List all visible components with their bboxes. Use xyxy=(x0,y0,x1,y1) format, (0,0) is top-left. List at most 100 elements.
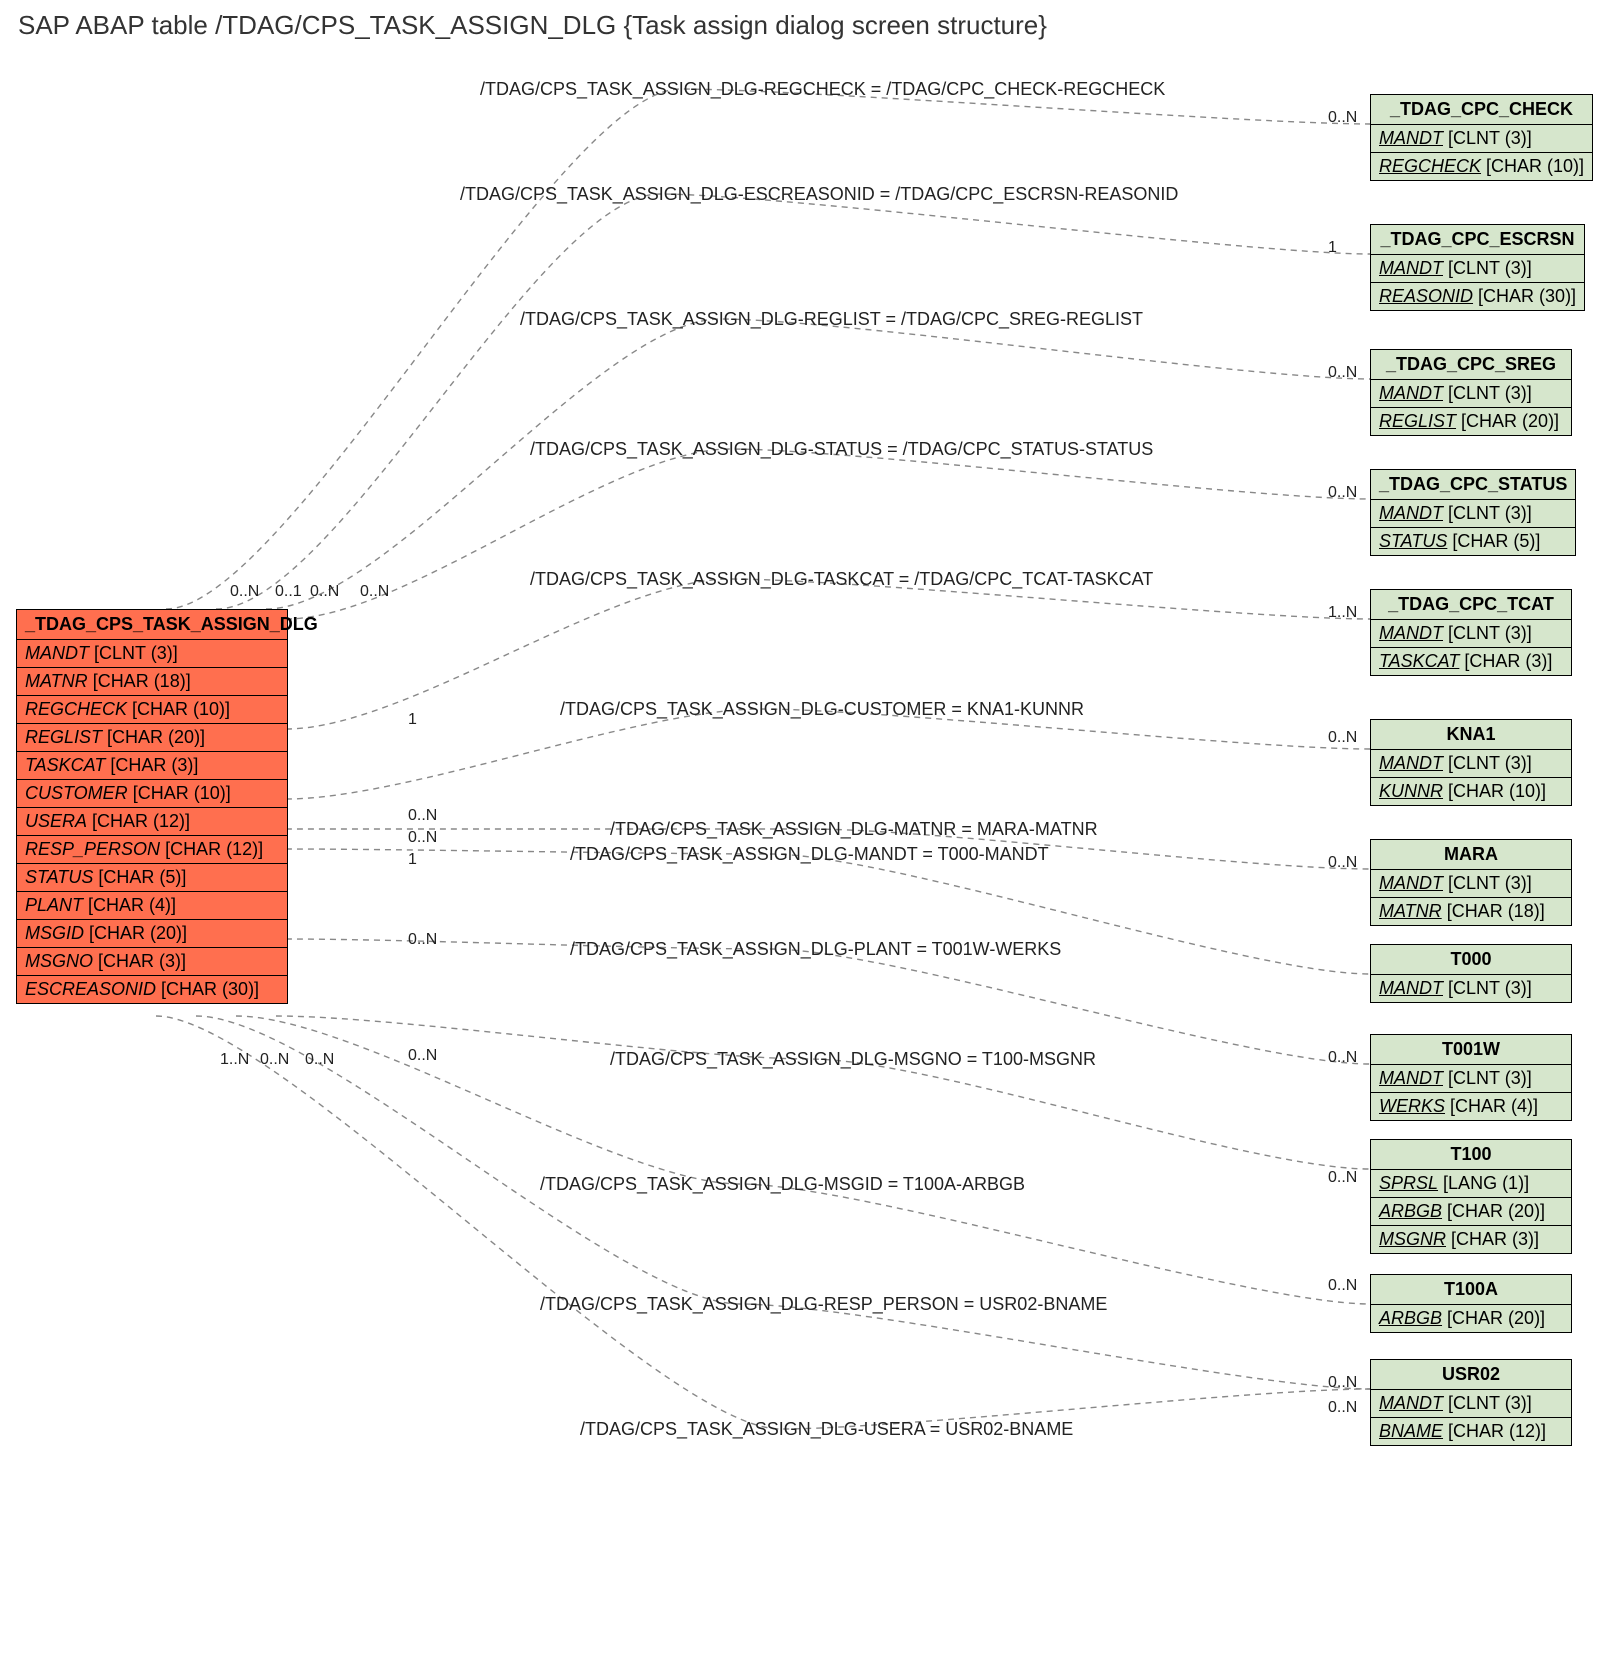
entity-main-row: STATUS [CHAR (5)] xyxy=(17,864,287,892)
cardinality-label: 0..N xyxy=(305,1051,334,1069)
cardinality-label: 0..N xyxy=(360,583,389,601)
relation-label: /TDAG/CPS_TASK_ASSIGN_DLG-MSGID = T100A-… xyxy=(540,1174,1025,1195)
cardinality-label-right: 0..N xyxy=(1328,109,1357,127)
entity-main: _TDAG_CPS_TASK_ASSIGN_DLG MANDT [CLNT (3… xyxy=(16,609,288,1004)
entity-main-row: TASKCAT [CHAR (3)] xyxy=(17,752,287,780)
entity-header: MARA xyxy=(1371,840,1571,870)
entity-row: MANDT [CLNT (3)] xyxy=(1371,750,1571,778)
cardinality-label-right: 0..N xyxy=(1328,1374,1357,1392)
entity-row: MANDT [CLNT (3)] xyxy=(1371,380,1571,408)
entity-header: KNA1 xyxy=(1371,720,1571,750)
entity-row: MANDT [CLNT (3)] xyxy=(1371,870,1571,898)
entity-T001W: T001WMANDT [CLNT (3)]WERKS [CHAR (4)] xyxy=(1370,1034,1572,1121)
cardinality-label: 0..N xyxy=(408,807,437,825)
entity-T100: T100SPRSL [LANG (1)]ARBGB [CHAR (20)]MSG… xyxy=(1370,1139,1572,1254)
cardinality-label-right: 0..N xyxy=(1328,1277,1357,1295)
entity-row: MANDT [CLNT (3)] xyxy=(1371,125,1592,153)
entity-row: REASONID [CHAR (30)] xyxy=(1371,283,1584,310)
entity-row: STATUS [CHAR (5)] xyxy=(1371,528,1575,555)
entity-header: _TDAG_CPC_ESCRSN xyxy=(1371,225,1584,255)
relation-label: /TDAG/CPS_TASK_ASSIGN_DLG-MANDT = T000-M… xyxy=(570,844,1049,865)
entity-header: T100A xyxy=(1371,1275,1571,1305)
entity-row: MATNR [CHAR (18)] xyxy=(1371,898,1571,925)
entity-main-row: MSGID [CHAR (20)] xyxy=(17,920,287,948)
entity-_TDAG_CPC_TCAT: _TDAG_CPC_TCATMANDT [CLNT (3)]TASKCAT [C… xyxy=(1370,589,1572,676)
cardinality-label: 0..N xyxy=(408,829,437,847)
cardinality-label-right: 0..N xyxy=(1328,1049,1357,1067)
entity-row: MANDT [CLNT (3)] xyxy=(1371,255,1584,283)
cardinality-label-right: 1..N xyxy=(1328,604,1357,622)
entity-row: MANDT [CLNT (3)] xyxy=(1371,1390,1571,1418)
entity-header: T100 xyxy=(1371,1140,1571,1170)
entity-_TDAG_CPC_STATUS: _TDAG_CPC_STATUSMANDT [CLNT (3)]STATUS [… xyxy=(1370,469,1576,556)
relation-label: /TDAG/CPS_TASK_ASSIGN_DLG-PLANT = T001W-… xyxy=(570,939,1061,960)
entity-main-row: CUSTOMER [CHAR (10)] xyxy=(17,780,287,808)
entity-header: _TDAG_CPC_SREG xyxy=(1371,350,1571,380)
entity-header: _TDAG_CPC_TCAT xyxy=(1371,590,1571,620)
entity-row: MANDT [CLNT (3)] xyxy=(1371,620,1571,648)
entity-main-row: ESCREASONID [CHAR (30)] xyxy=(17,976,287,1003)
cardinality-label: 0..N xyxy=(310,583,339,601)
entity-header: USR02 xyxy=(1371,1360,1571,1390)
cardinality-label: 0..N xyxy=(260,1051,289,1069)
entity-header: T001W xyxy=(1371,1035,1571,1065)
relation-label: /TDAG/CPS_TASK_ASSIGN_DLG-RESP_PERSON = … xyxy=(540,1294,1107,1315)
entity-header: _TDAG_CPC_CHECK xyxy=(1371,95,1592,125)
entity-T100A: T100AARBGB [CHAR (20)] xyxy=(1370,1274,1572,1333)
entity-main-header: _TDAG_CPS_TASK_ASSIGN_DLG xyxy=(17,610,287,640)
entity-row: MANDT [CLNT (3)] xyxy=(1371,500,1575,528)
entity-row: ARBGB [CHAR (20)] xyxy=(1371,1305,1571,1332)
entity-row: REGCHECK [CHAR (10)] xyxy=(1371,153,1592,180)
relation-label: /TDAG/CPS_TASK_ASSIGN_DLG-MSGNO = T100-M… xyxy=(610,1049,1096,1070)
entity-header: _TDAG_CPC_STATUS xyxy=(1371,470,1575,500)
entity-main-row: RESP_PERSON [CHAR (12)] xyxy=(17,836,287,864)
cardinality-label-right: 0..N xyxy=(1328,484,1357,502)
entity-_TDAG_CPC_SREG: _TDAG_CPC_SREGMANDT [CLNT (3)]REGLIST [C… xyxy=(1370,349,1572,436)
cardinality-label: 0..N xyxy=(408,1047,437,1065)
relation-label: /TDAG/CPS_TASK_ASSIGN_DLG-USERA = USR02-… xyxy=(580,1419,1073,1440)
entity-row: KUNNR [CHAR (10)] xyxy=(1371,778,1571,805)
cardinality-label: 1 xyxy=(408,711,417,729)
entity-main-row: PLANT [CHAR (4)] xyxy=(17,892,287,920)
relation-label: /TDAG/CPS_TASK_ASSIGN_DLG-ESCREASONID = … xyxy=(460,184,1178,205)
entity-_TDAG_CPC_ESCRSN: _TDAG_CPC_ESCRSNMANDT [CLNT (3)]REASONID… xyxy=(1370,224,1585,311)
diagram-canvas: _TDAG_CPS_TASK_ASSIGN_DLG MANDT [CLNT (3… xyxy=(10,49,1599,1649)
cardinality-label-right: 0..N xyxy=(1328,1399,1357,1417)
relation-label: /TDAG/CPS_TASK_ASSIGN_DLG-TASKCAT = /TDA… xyxy=(530,569,1153,590)
cardinality-label-right: 1 xyxy=(1328,239,1337,257)
entity-row: MANDT [CLNT (3)] xyxy=(1371,975,1571,1002)
entity-row: ARBGB [CHAR (20)] xyxy=(1371,1198,1571,1226)
entity-_TDAG_CPC_CHECK: _TDAG_CPC_CHECKMANDT [CLNT (3)]REGCHECK … xyxy=(1370,94,1593,181)
cardinality-label-right: 0..N xyxy=(1328,729,1357,747)
entity-header: T000 xyxy=(1371,945,1571,975)
cardinality-label-right: 0..N xyxy=(1328,1169,1357,1187)
entity-T000: T000MANDT [CLNT (3)] xyxy=(1370,944,1572,1003)
entity-row: MANDT [CLNT (3)] xyxy=(1371,1065,1571,1093)
entity-row: BNAME [CHAR (12)] xyxy=(1371,1418,1571,1445)
entity-USR02: USR02MANDT [CLNT (3)]BNAME [CHAR (12)] xyxy=(1370,1359,1572,1446)
relation-label: /TDAG/CPS_TASK_ASSIGN_DLG-STATUS = /TDAG… xyxy=(530,439,1153,460)
cardinality-label: 0..N xyxy=(230,583,259,601)
entity-row: WERKS [CHAR (4)] xyxy=(1371,1093,1571,1120)
entity-KNA1: KNA1MANDT [CLNT (3)]KUNNR [CHAR (10)] xyxy=(1370,719,1572,806)
entity-main-row: REGCHECK [CHAR (10)] xyxy=(17,696,287,724)
cardinality-label: 1..N xyxy=(220,1051,249,1069)
entity-main-row: REGLIST [CHAR (20)] xyxy=(17,724,287,752)
entity-main-row: MATNR [CHAR (18)] xyxy=(17,668,287,696)
cardinality-label: 0..1 xyxy=(275,583,302,601)
relation-label: /TDAG/CPS_TASK_ASSIGN_DLG-REGLIST = /TDA… xyxy=(520,309,1143,330)
entity-main-row: MANDT [CLNT (3)] xyxy=(17,640,287,668)
entity-row: MSGNR [CHAR (3)] xyxy=(1371,1226,1571,1253)
cardinality-label-right: 0..N xyxy=(1328,854,1357,872)
relation-label: /TDAG/CPS_TASK_ASSIGN_DLG-MATNR = MARA-M… xyxy=(610,819,1098,840)
entity-row: REGLIST [CHAR (20)] xyxy=(1371,408,1571,435)
entity-main-row: MSGNO [CHAR (3)] xyxy=(17,948,287,976)
cardinality-label-right: 0..N xyxy=(1328,364,1357,382)
relation-label: /TDAG/CPS_TASK_ASSIGN_DLG-CUSTOMER = KNA… xyxy=(560,699,1084,720)
entity-main-row: USERA [CHAR (12)] xyxy=(17,808,287,836)
cardinality-label: 1 xyxy=(408,851,417,869)
page-title: SAP ABAP table /TDAG/CPS_TASK_ASSIGN_DLG… xyxy=(18,10,1609,41)
cardinality-label: 0..N xyxy=(408,931,437,949)
relation-label: /TDAG/CPS_TASK_ASSIGN_DLG-REGCHECK = /TD… xyxy=(480,79,1165,100)
entity-row: SPRSL [LANG (1)] xyxy=(1371,1170,1571,1198)
